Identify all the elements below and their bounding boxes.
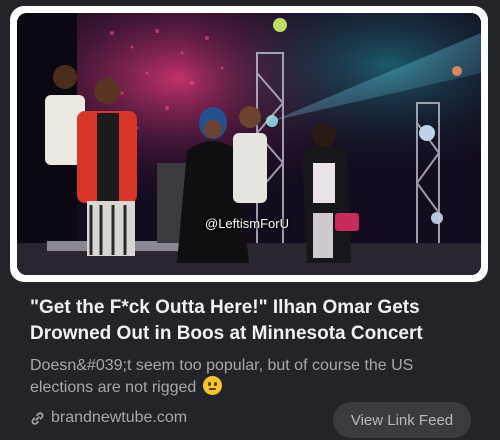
post-description: Doesn&#039;t seem too popular, but of co… <box>30 355 480 398</box>
source-domain: brandnewtube.com <box>51 409 188 426</box>
thumbnail-frame[interactable]: @LeftismForU <box>10 6 488 282</box>
link-icon <box>31 411 44 425</box>
source-link[interactable]: brandnewtube.com <box>30 409 187 427</box>
post-description-text: Doesn&#039;t seem too popular, but of co… <box>30 357 414 396</box>
video-watermark: @LeftismForU <box>205 216 289 231</box>
thinking-face-emoji <box>202 376 222 395</box>
view-link-feed-button[interactable]: View Link Feed <box>333 402 471 438</box>
link-preview-card: @LeftismForU "Get the F*ck Outta Here!" … <box>0 0 500 440</box>
thumbnail-image[interactable]: @LeftismForU <box>17 13 481 275</box>
post-title[interactable]: "Get the F*ck Outta Here!" Ilhan Omar Ge… <box>30 295 480 347</box>
